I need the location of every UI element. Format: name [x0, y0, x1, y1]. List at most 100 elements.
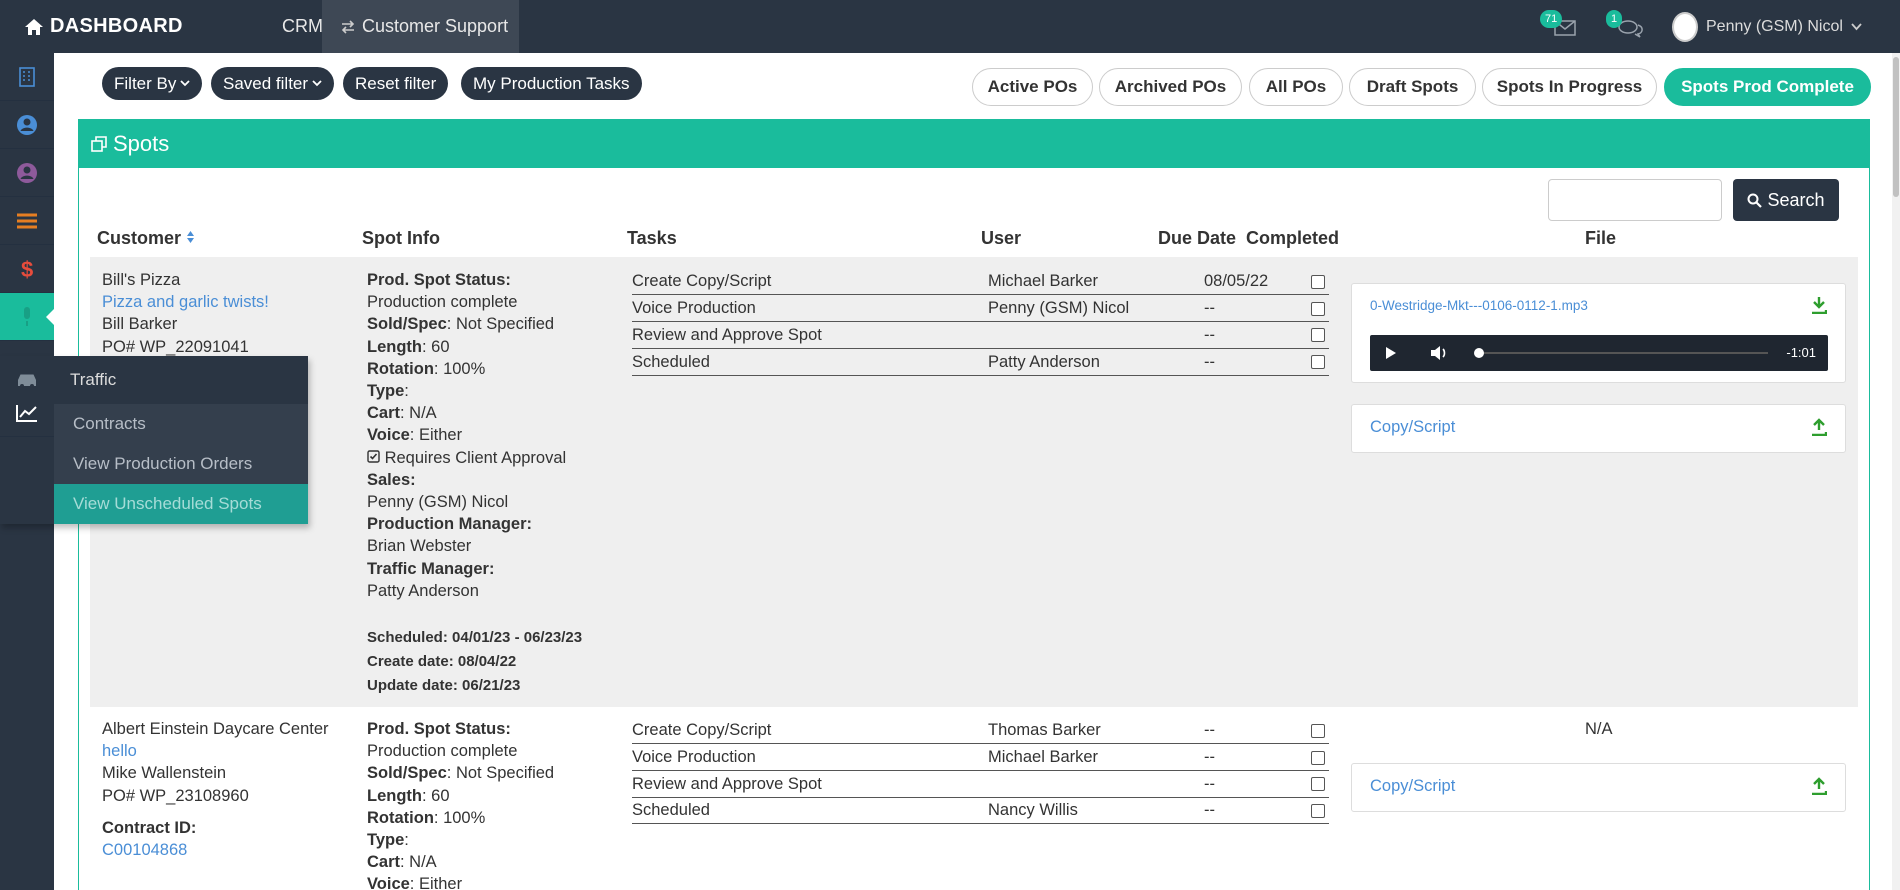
- contact-name: Bill Barker: [102, 315, 178, 334]
- menu-item-view-production-orders[interactable]: View Production Orders: [54, 444, 308, 484]
- customer-cell: Bill's Pizza Pizza and garlic twists! Bi…: [102, 269, 269, 358]
- top-navbar: DASHBOARD CRM Customer Support 71 1 Penn…: [0, 0, 1900, 53]
- task-completed-checkbox[interactable]: [1311, 777, 1325, 791]
- copy-script-link[interactable]: Copy/Script: [1370, 777, 1455, 796]
- task-completed-checkbox[interactable]: [1311, 275, 1325, 289]
- tab-all-pos[interactable]: All POs: [1249, 68, 1343, 106]
- task-row: Create Copy/Script Thomas Barker --: [632, 717, 1329, 744]
- contract-id-link[interactable]: C00104868: [102, 839, 329, 861]
- col-header-completed: Completed: [1246, 228, 1340, 248]
- search-input[interactable]: [1548, 179, 1722, 221]
- client-approval-label: Requires Client Approval: [384, 448, 567, 467]
- dashboard-link[interactable]: DASHBOARD: [24, 0, 183, 53]
- sidebar-item-building[interactable]: [0, 53, 54, 101]
- col-header-customer[interactable]: Customer: [97, 228, 195, 249]
- user-circle-purple-icon: [17, 162, 37, 183]
- search-icon: [1747, 193, 1763, 208]
- spot-name-link[interactable]: hello: [102, 740, 329, 762]
- user-menu[interactable]: Penny (GSM) Nicol: [1672, 0, 1862, 53]
- chat-notification[interactable]: 1: [1606, 10, 1646, 44]
- svg-text:$: $: [21, 258, 33, 280]
- tab-archived-pos[interactable]: Archived POs: [1099, 68, 1242, 106]
- play-icon[interactable]: [1385, 346, 1397, 360]
- sort-icon: [187, 231, 195, 243]
- col-header-spot-info: Spot Info: [362, 228, 440, 248]
- task-completed-checkbox[interactable]: [1311, 724, 1325, 738]
- my-production-tasks-button[interactable]: My Production Tasks: [461, 67, 642, 100]
- task-completed-checkbox[interactable]: [1311, 328, 1325, 342]
- col-header-tasks: Tasks: [627, 228, 677, 248]
- search-button[interactable]: Search: [1733, 179, 1839, 221]
- exchange-icon: [341, 19, 355, 34]
- spot-name-link[interactable]: Pizza and garlic twists!: [102, 291, 269, 313]
- panel-title: Spots: [113, 131, 170, 156]
- mail-count-badge: 71: [1540, 10, 1563, 28]
- task-row: Review and Approve Spot --: [632, 322, 1329, 349]
- task-row: Voice Production Michael Barker --: [632, 744, 1329, 771]
- chevron-down-icon: [180, 80, 190, 87]
- avatar: [1672, 11, 1698, 42]
- mail-notification[interactable]: 71: [1540, 10, 1580, 44]
- copy-script-box: Copy/Script: [1351, 763, 1846, 812]
- tab-spots-prod-complete[interactable]: Spots Prod Complete: [1664, 68, 1871, 106]
- task-row: Scheduled Patty Anderson --: [632, 349, 1329, 376]
- reset-filter-button[interactable]: Reset filter: [343, 67, 449, 100]
- task-completed-checkbox[interactable]: [1311, 804, 1325, 818]
- contract-id-label: Contract ID:: [102, 818, 197, 837]
- filter-by-label: Filter By: [114, 73, 177, 93]
- sidebar-item-user[interactable]: [0, 101, 54, 149]
- col-header-due-date: Due Date: [1158, 228, 1237, 248]
- customer-name: Albert Einstein Daycare Center: [102, 720, 329, 738]
- customer-support-label: Customer Support: [362, 16, 509, 36]
- traffic-flyout-menu: Traffic Contracts View Production Orders…: [0, 356, 308, 524]
- volume-icon[interactable]: [1430, 345, 1448, 361]
- copy-script-link[interactable]: Copy/Script: [1370, 418, 1455, 437]
- spot-info-cell: Prod. Spot Status: Production complete S…: [367, 269, 637, 698]
- panel-header: Spots: [79, 120, 1869, 168]
- traffic-menu-header[interactable]: Traffic: [0, 356, 308, 404]
- crm-link[interactable]: CRM: [282, 0, 323, 53]
- audio-file-link[interactable]: 0-Westridge-Mkt---0106-0112-1.mp3: [1370, 298, 1588, 313]
- building-icon: [19, 66, 35, 87]
- audio-player[interactable]: -1:01: [1370, 335, 1828, 371]
- task-row: Scheduled Nancy Willis --: [632, 797, 1329, 824]
- file-not-available: N/A: [1585, 720, 1613, 738]
- customer-support-link[interactable]: Customer Support: [322, 0, 519, 53]
- saved-filter-button[interactable]: Saved filter: [211, 67, 335, 100]
- spot-info-cell: Prod. Spot Status: Production complete S…: [367, 720, 555, 890]
- copy-script-box: Copy/Script: [1351, 404, 1846, 453]
- filter-by-button[interactable]: Filter By: [102, 67, 203, 100]
- sidebar-item-list[interactable]: [0, 197, 54, 245]
- download-icon[interactable]: [1811, 296, 1827, 314]
- dollar-icon: $: [21, 258, 33, 280]
- audio-time: -1:01: [1786, 345, 1816, 360]
- audio-progress-track[interactable]: [1478, 352, 1768, 354]
- col-header-user: User: [981, 228, 1022, 248]
- menu-item-view-unscheduled-spots[interactable]: View Unscheduled Spots: [54, 484, 308, 524]
- microphone-icon: [24, 306, 30, 326]
- upload-icon[interactable]: [1811, 418, 1827, 436]
- tasks-icon: [17, 213, 37, 228]
- user-name: Penny (GSM) Nicol: [1706, 17, 1843, 35]
- page-scrollbar[interactable]: [1892, 53, 1900, 890]
- po-number: PO# WP_23108960: [102, 786, 249, 805]
- tab-draft-spots[interactable]: Draft Spots: [1349, 68, 1476, 106]
- sidebar-item-production[interactable]: [0, 293, 54, 341]
- audio-progress-handle[interactable]: [1474, 348, 1484, 358]
- sidebar-item-finance[interactable]: $: [0, 245, 54, 293]
- tab-active-pos[interactable]: Active POs: [972, 68, 1093, 106]
- task-completed-checkbox[interactable]: [1311, 751, 1325, 765]
- tab-spots-in-progress[interactable]: Spots In Progress: [1482, 68, 1657, 106]
- task-row: Voice Production Penny (GSM) Nicol --: [632, 295, 1329, 322]
- upload-icon[interactable]: [1811, 777, 1827, 795]
- task-completed-checkbox[interactable]: [1311, 302, 1325, 316]
- sidebar-item-account[interactable]: [0, 149, 54, 197]
- scheduled-dates: Scheduled: 04/01/23 - 06/23/23: [367, 629, 583, 647]
- user-circle-icon: [17, 114, 37, 135]
- task-row: Review and Approve Spot --: [632, 771, 1329, 798]
- menu-item-contracts[interactable]: Contracts: [54, 404, 308, 444]
- clone-icon: [91, 136, 107, 152]
- customer-cell: Albert Einstein Daycare Center hello Mik…: [102, 718, 329, 861]
- task-completed-checkbox[interactable]: [1311, 355, 1325, 369]
- chat-count-badge: 1: [1606, 10, 1623, 28]
